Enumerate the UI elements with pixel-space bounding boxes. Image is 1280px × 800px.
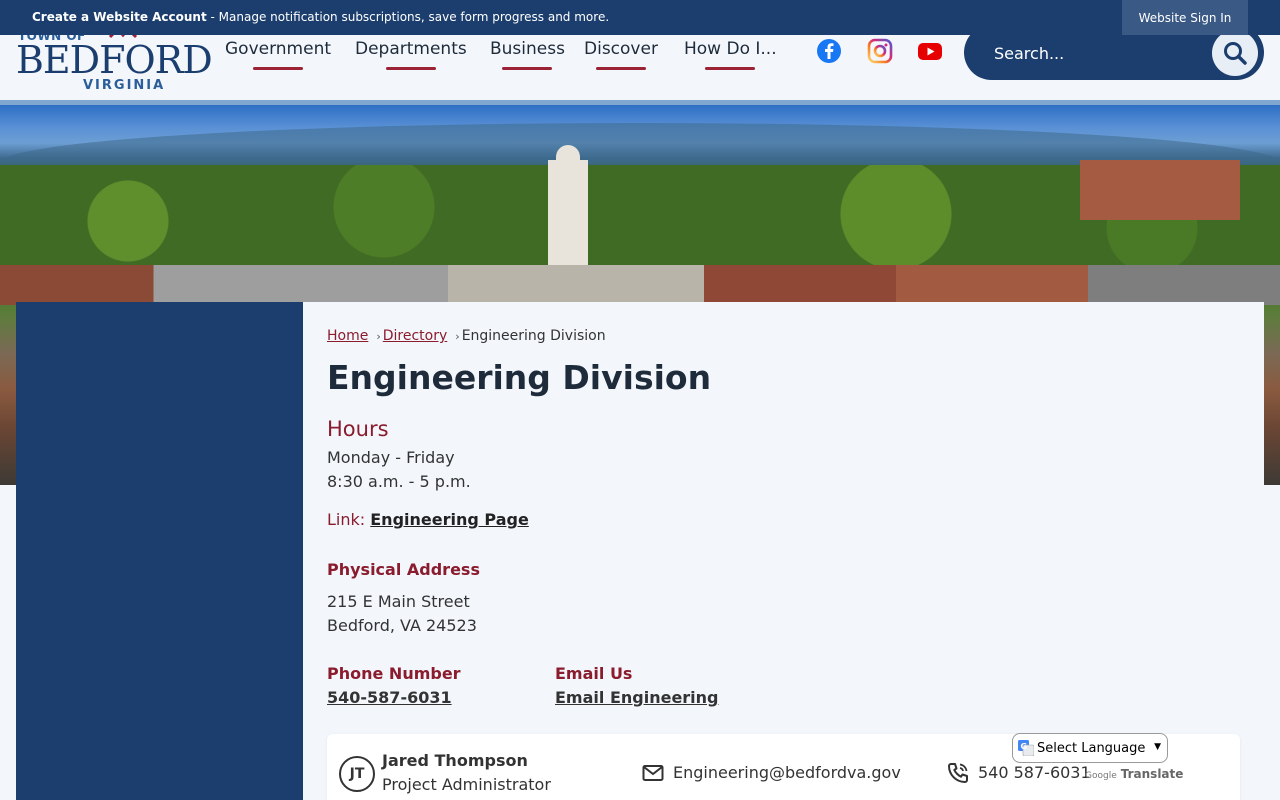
contact-name: Jared Thompson: [382, 751, 528, 770]
email-link[interactable]: Email Engineering: [555, 688, 719, 707]
nav-item-label: How Do I...: [684, 39, 777, 59]
hours-days: Monday - Friday: [327, 448, 455, 467]
nav-item-how-do-i[interactable]: How Do I...: [684, 39, 777, 70]
contact-email-link[interactable]: Engineering@bedfordva.gov: [673, 763, 901, 782]
side-panel: [16, 302, 303, 800]
search-icon: [1224, 42, 1247, 65]
nav-item-departments[interactable]: Departments: [355, 39, 467, 70]
nav-item-business[interactable]: Business: [490, 39, 565, 70]
facebook-icon[interactable]: [816, 38, 842, 64]
address-line-2: Bedford, VA 24523: [327, 616, 477, 635]
phone-heading: Phone Number: [327, 664, 461, 683]
avatar: JT: [339, 756, 375, 792]
create-account-description: - Manage notification subscriptions, sav…: [206, 10, 610, 24]
search-button[interactable]: [1212, 30, 1258, 76]
website-sign-in-button[interactable]: Website Sign In: [1122, 0, 1248, 35]
nav-underline: [385, 67, 436, 70]
logo-state: VIRGINIA: [83, 78, 166, 93]
link-row: Link: Engineering Page: [327, 510, 529, 529]
logo-name: BEDFORD: [16, 38, 213, 82]
breadcrumb-separator: ›: [376, 330, 381, 343]
nav-item-discover[interactable]: Discover: [584, 39, 658, 70]
hero-mountains: [0, 123, 1280, 163]
address-line-1: 215 E Main Street: [327, 592, 470, 611]
breadcrumb-home-link[interactable]: Home: [327, 328, 368, 344]
header-divider: [0, 100, 1280, 105]
nav-item-government[interactable]: Government: [225, 39, 332, 70]
nav-underline: [595, 67, 646, 70]
nav-item-label: Discover: [584, 39, 658, 59]
hours-heading: Hours: [327, 417, 389, 441]
chevron-down-icon: ▼: [1154, 742, 1161, 752]
google-wordmark: Google: [1085, 771, 1117, 781]
main-content: Home › Directory › Engineering Division Engi…: [303, 302, 1264, 800]
email-heading: Email Us: [555, 664, 633, 683]
powered-by-google: Google Translate: [1085, 767, 1183, 781]
breadcrumb-current: Engineering Division: [461, 328, 606, 344]
nav-underline: [705, 67, 756, 70]
hero-buildings: [1080, 160, 1240, 220]
notification-bar: Create a Website Account - Manage notifi…: [0, 0, 1280, 35]
hours-time: 8:30 a.m. - 5 p.m.: [327, 472, 471, 491]
create-account-link[interactable]: Create a Website Account: [32, 10, 207, 24]
search-input[interactable]: [994, 39, 1194, 67]
breadcrumb-separator: ›: [455, 330, 460, 343]
breadcrumb-directory-link[interactable]: Directory: [383, 328, 448, 344]
site-header: TOWN OF BEDFORD VIRGINIA Government Depa…: [0, 25, 1280, 100]
contact-phone-link[interactable]: 540 587-6031: [978, 763, 1091, 782]
language-select[interactable]: G Select Language ▼: [1012, 733, 1168, 763]
page-title: Engineering Division: [327, 358, 712, 397]
nav-underline: [253, 67, 304, 70]
phone-icon: [948, 763, 968, 783]
svg-text:G: G: [1021, 742, 1028, 751]
contact-title: Project Administrator: [382, 775, 551, 794]
address-heading: Physical Address: [327, 560, 480, 579]
google-translate-icon: G: [1018, 740, 1034, 756]
youtube-icon[interactable]: [917, 38, 943, 64]
engineering-page-link[interactable]: Engineering Page: [370, 510, 529, 529]
nav-item-label: Business: [490, 39, 565, 59]
hero-rooftops: [0, 265, 1280, 305]
town-logo[interactable]: TOWN OF BEDFORD VIRGINIA: [16, 27, 213, 95]
nav-underline: [502, 67, 553, 70]
mail-icon: [642, 765, 664, 781]
link-label: Link:: [327, 510, 366, 529]
translate-link[interactable]: Translate: [1121, 767, 1184, 781]
phone-link[interactable]: 540-587-6031: [327, 688, 452, 707]
breadcrumb: Home › Directory › Engineering Division: [327, 328, 606, 344]
language-select-label: Select Language: [1037, 740, 1146, 756]
nav-item-label: Departments: [355, 39, 467, 59]
instagram-icon[interactable]: [867, 38, 893, 64]
create-account-message[interactable]: Create a Website Account - Manage notifi…: [32, 10, 609, 24]
nav-item-label: Government: [225, 39, 332, 59]
